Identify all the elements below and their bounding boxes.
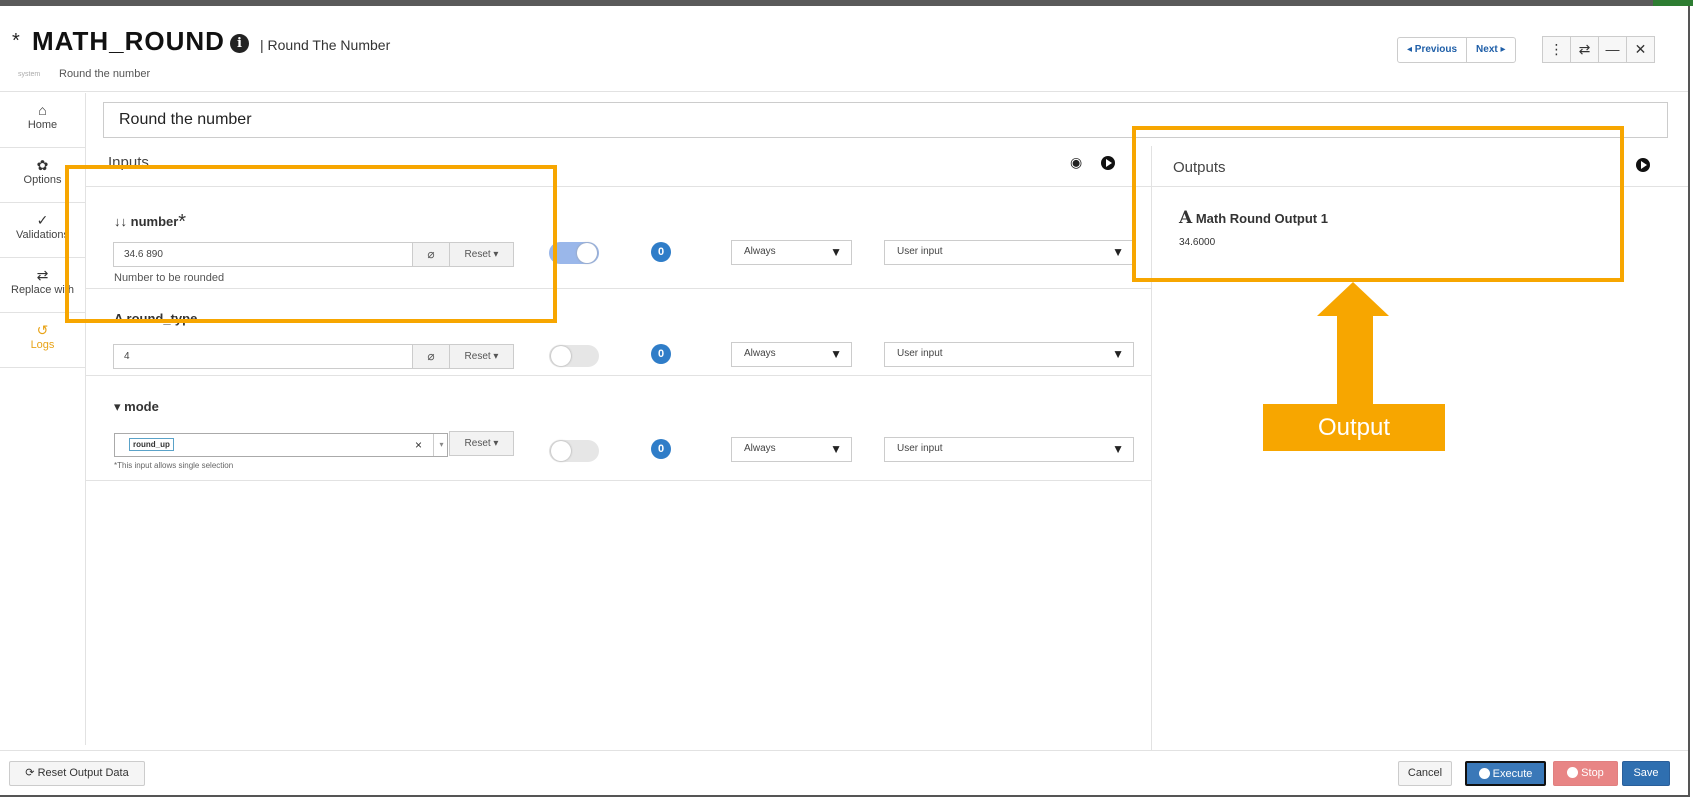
- mode-hint: *This input allows single selection: [114, 461, 234, 470]
- header-description: Round the number: [59, 68, 151, 80]
- sidebar-item-label: Validations: [16, 229, 69, 241]
- page-title: MATH_ROUND: [32, 26, 225, 56]
- button-label: Reset Output Data: [37, 767, 129, 779]
- sidebar-item-label: Options: [23, 174, 62, 186]
- play-circle-icon[interactable]: [1636, 158, 1650, 172]
- attach-icon[interactable]: ⌀: [412, 344, 450, 369]
- reset-output-button[interactable]: ⟳ Reset Output Data: [9, 761, 145, 786]
- round-type-reset-button[interactable]: Reset ▾: [449, 344, 514, 369]
- button-label: Stop: [1581, 767, 1604, 779]
- round-type-toggle[interactable]: [549, 345, 599, 367]
- mode-source-select[interactable]: User input ▼: [884, 437, 1134, 462]
- round-type-source-select[interactable]: User input ▼: [884, 342, 1134, 367]
- sidebar-item-label: Home: [27, 119, 58, 131]
- number-condition-select[interactable]: Always ▼: [731, 240, 852, 265]
- eye-icon[interactable]: ◉: [1070, 154, 1082, 171]
- mode-condition-select[interactable]: Always ▼: [731, 437, 852, 462]
- annotation-box-inputs: [65, 165, 557, 323]
- button-label: Execute: [1492, 768, 1533, 780]
- divider: [86, 375, 1151, 376]
- chevron-down-icon: ▼: [1112, 442, 1124, 456]
- annotation-box-outputs: [1132, 126, 1624, 282]
- select-value: Always: [744, 246, 776, 257]
- select-value: User input: [897, 246, 943, 257]
- refresh-icon: ⟳: [25, 767, 35, 779]
- annotation-arrow-shaft: [1337, 315, 1373, 404]
- select-value: User input: [897, 443, 943, 454]
- divider: [0, 750, 1688, 751]
- save-button[interactable]: Save: [1622, 761, 1670, 786]
- mode-count-badge: 0: [651, 439, 671, 459]
- unsaved-indicator: *: [12, 30, 20, 52]
- dialog-window: * MATH_ROUND i | Round The Number system…: [0, 6, 1690, 797]
- sidebar-item-label: Logs: [30, 339, 55, 351]
- sidebar-item-home[interactable]: ⌂ Home: [0, 93, 85, 148]
- pager: ◂ Previous Next ▸: [1397, 37, 1516, 63]
- next-button[interactable]: Next ▸: [1466, 38, 1514, 62]
- dropdown-type-icon: ▾: [114, 399, 121, 414]
- page-subtitle: | Round The Number: [260, 37, 391, 53]
- play-circle-icon: [1478, 768, 1490, 779]
- chevron-down-icon: ▼: [830, 347, 842, 361]
- clear-icon[interactable]: ×: [415, 438, 422, 452]
- execute-button[interactable]: Execute: [1465, 761, 1546, 786]
- selected-tag[interactable]: round_up: [129, 438, 174, 451]
- annotation-arrow-head: [1317, 282, 1389, 316]
- chevron-down-icon: ▼: [830, 442, 842, 456]
- chevron-down-icon: ▼: [830, 245, 842, 259]
- home-icon: ⌂: [38, 102, 47, 118]
- round-type-condition-select[interactable]: Always ▼: [731, 342, 852, 367]
- select-value: Always: [744, 348, 776, 359]
- select-value: User input: [897, 348, 943, 359]
- stop-circle-icon: [1567, 767, 1579, 778]
- stop-button[interactable]: Stop: [1553, 761, 1618, 786]
- chevron-down-icon: ▼: [1112, 245, 1124, 259]
- cancel-button[interactable]: Cancel: [1398, 761, 1452, 786]
- chevron-down-icon[interactable]: ▾: [433, 434, 449, 456]
- annotation-label: Output: [1263, 404, 1445, 451]
- mode-reset-button[interactable]: Reset ▾: [449, 431, 514, 456]
- mode-select[interactable]: round_up × ▾: [114, 433, 448, 457]
- swap-icon[interactable]: ⇄: [1570, 36, 1599, 63]
- divider: [86, 480, 1151, 481]
- window-controls: ⋮ ⇄ — ✕: [1542, 36, 1655, 63]
- kebab-menu-icon[interactable]: ⋮: [1542, 36, 1571, 63]
- close-icon[interactable]: ✕: [1626, 36, 1655, 63]
- round-type-count-badge: 0: [651, 344, 671, 364]
- chevron-down-icon: ▼: [1112, 347, 1124, 361]
- field-label-mode: ▾ mode: [114, 399, 159, 415]
- info-icon[interactable]: i: [230, 34, 249, 53]
- history-icon: ↺: [36, 322, 49, 338]
- play-circle-icon[interactable]: [1101, 156, 1115, 170]
- minimize-icon[interactable]: —: [1598, 36, 1627, 63]
- round-type-input[interactable]: 4: [113, 344, 413, 369]
- select-value: Always: [744, 443, 776, 454]
- dialog-header: * MATH_ROUND i | Round The Number system…: [0, 6, 1688, 92]
- previous-button[interactable]: ◂ Previous: [1398, 38, 1466, 62]
- system-label: system: [18, 71, 41, 78]
- mode-toggle[interactable]: [549, 440, 599, 462]
- number-count-badge: 0: [651, 242, 671, 262]
- number-source-select[interactable]: User input ▼: [884, 240, 1134, 265]
- field-label-text: mode: [124, 399, 159, 414]
